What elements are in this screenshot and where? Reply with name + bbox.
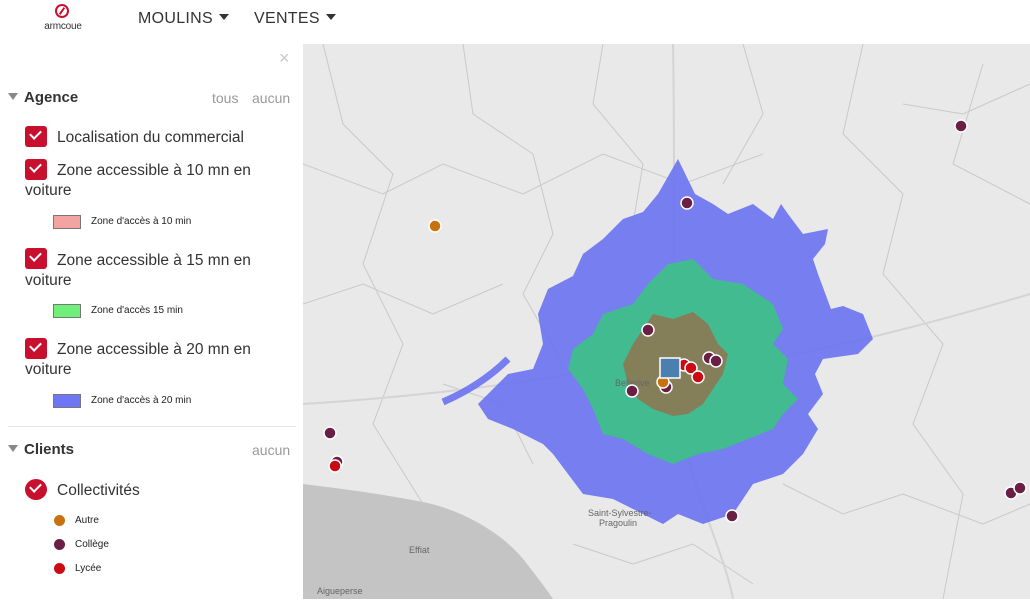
- legend-dot-lycee: [54, 563, 65, 574]
- marker-college[interactable]: [709, 354, 723, 368]
- marker-college[interactable]: [625, 384, 639, 398]
- section-clients-header[interactable]: Clients: [8, 441, 74, 458]
- place-label: Saint-Sylvestre-: [588, 508, 652, 518]
- item-zone-15-label: Zone accessible à 15 mn en voiture: [25, 251, 280, 291]
- marker-college[interactable]: [323, 426, 337, 440]
- legend-zone-20-label: Zone d'accès à 20 min: [91, 395, 192, 406]
- map-svg[interactable]: Saint-Sylvestre- Pragoulin Effiat Aiguep…: [302, 43, 1030, 600]
- layers-sidebar: × Agence tous aucun Localisation du comm…: [0, 44, 302, 599]
- agence-select-all-link[interactable]: tous: [212, 90, 238, 106]
- menu-moulins-label: MOULINS: [138, 10, 213, 27]
- marker-college[interactable]: [1013, 481, 1027, 495]
- agence-select-none-link[interactable]: aucun: [252, 90, 290, 106]
- item-zone-15-text: Zone accessible à 15 mn en voiture: [25, 252, 251, 289]
- marker-lycee[interactable]: [691, 370, 705, 384]
- legend-dot-college: [54, 539, 65, 550]
- caret-down-icon: [325, 13, 336, 20]
- legend-zone-10-label: Zone d'accès à 10 min: [91, 216, 192, 227]
- item-localisation-text: Localisation du commercial: [57, 129, 244, 146]
- marker-lycee[interactable]: [328, 459, 342, 473]
- section-agence-title: Agence: [24, 89, 79, 106]
- top-bar: armcoue MOULINS VENTES: [0, 0, 1030, 44]
- legend-swatch-zone-20: [53, 394, 81, 408]
- section-divider: [8, 426, 296, 427]
- collapse-triangle-icon: [8, 92, 18, 100]
- legend-dot-autre: [54, 515, 65, 526]
- place-label: Pragoulin: [599, 518, 637, 528]
- item-localisation-label: Localisation du commercial: [25, 128, 280, 148]
- legend-college-label: Collège: [75, 539, 109, 550]
- item-zone-20-text: Zone accessible à 20 mn en voiture: [25, 341, 251, 378]
- legend-zone-15-label: Zone d'accès 15 min: [91, 305, 183, 316]
- agency-location-marker[interactable]: [659, 357, 681, 379]
- place-label: Effiat: [409, 545, 430, 555]
- item-zone-10-label: Zone accessible à 10 mn en voiture: [25, 161, 280, 201]
- clients-select-none-link[interactable]: aucun: [252, 442, 290, 458]
- legend-swatch-zone-15: [53, 304, 81, 318]
- menu-ventes[interactable]: VENTES: [254, 10, 336, 28]
- menu-ventes-label: VENTES: [254, 10, 320, 27]
- map-canvas[interactable]: Saint-Sylvestre- Pragoulin Effiat Aiguep…: [302, 43, 1030, 600]
- section-clients-title: Clients: [24, 441, 75, 458]
- close-icon[interactable]: ×: [279, 48, 290, 69]
- item-collectivites-text: Collectivités: [57, 482, 140, 499]
- item-zone-10-text: Zone accessible à 10 mn en voiture: [25, 162, 251, 199]
- marker-college[interactable]: [641, 323, 655, 337]
- logo-text: armcoue: [44, 21, 82, 32]
- item-zone-20-label: Zone accessible à 20 mn en voiture: [25, 340, 280, 380]
- menu-moulins[interactable]: MOULINS: [138, 10, 229, 28]
- logo-icon: [55, 4, 69, 18]
- place-label: Aigueperse: [317, 586, 363, 596]
- marker-college[interactable]: [725, 509, 739, 523]
- legend-autre-label: Autre: [75, 515, 99, 526]
- section-agence-header[interactable]: Agence: [8, 89, 78, 106]
- legend-swatch-zone-10: [53, 215, 81, 229]
- caret-down-icon: [219, 13, 229, 20]
- company-logo[interactable]: armcoue: [38, 4, 88, 40]
- legend-lycee-label: Lycée: [75, 563, 102, 574]
- item-collectivites-label: Collectivités: [25, 481, 280, 501]
- marker-college[interactable]: [680, 196, 694, 210]
- collapse-triangle-icon: [8, 444, 18, 452]
- marker-college[interactable]: [954, 119, 968, 133]
- marker-autre[interactable]: [428, 219, 442, 233]
